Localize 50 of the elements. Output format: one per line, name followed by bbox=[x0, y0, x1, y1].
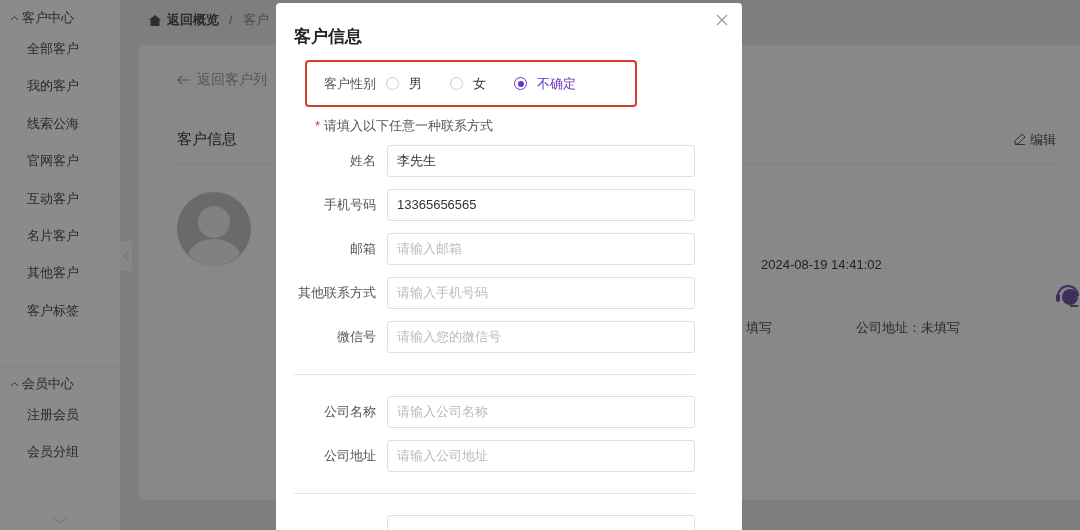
collapse-tab[interactable] bbox=[120, 241, 132, 271]
field-label: 手机号码 bbox=[324, 195, 376, 214]
input-field[interactable]: 请输入公司地址 bbox=[387, 439, 695, 472]
sidebar-group-header[interactable]: 客户中心 bbox=[0, 6, 120, 30]
sidebar-item[interactable]: 互动客户 bbox=[0, 179, 120, 217]
input-field[interactable]: 请输入您的微信号 bbox=[387, 320, 695, 353]
sidebar-item[interactable]: 其他客户 bbox=[0, 254, 120, 292]
chevron-down-icon[interactable] bbox=[52, 516, 68, 524]
sidebar-item[interactable]: 我的客户 bbox=[0, 67, 120, 105]
modal-title: 客户信息 bbox=[294, 26, 363, 48]
input-field[interactable]: 请输入公司名称 bbox=[387, 395, 695, 428]
field-label: 邮箱 bbox=[350, 239, 376, 258]
detail-label: 公司地址： bbox=[856, 319, 921, 337]
field-label: 姓名 bbox=[350, 151, 376, 170]
radio-option[interactable]: 不确定 bbox=[514, 73, 576, 94]
input-field[interactable]: 请输入手机号码 bbox=[387, 276, 695, 309]
field-label: 其他联系方式 bbox=[298, 283, 376, 302]
sidebar-item[interactable]: 会员分组 bbox=[0, 433, 120, 471]
detail-value: 填写 bbox=[746, 319, 773, 337]
breadcrumb-link[interactable]: 返回概览 bbox=[167, 10, 219, 30]
notice-text: * 请填入以下任意一种联系方式 bbox=[315, 117, 495, 135]
close-button[interactable] bbox=[716, 14, 728, 26]
arrow-left-icon bbox=[177, 74, 191, 85]
sidebar-item[interactable]: 客户标签 bbox=[0, 291, 120, 330]
detail-value: 2024-08-19 14:41:02 bbox=[761, 256, 882, 274]
radio-option[interactable]: 男 bbox=[386, 73, 422, 94]
sidebar-group-header[interactable]: 会员中心 bbox=[0, 372, 120, 397]
detail-value: 未填写 bbox=[921, 319, 960, 337]
sidebar-item[interactable]: 全部客户 bbox=[0, 30, 120, 68]
chevron-left-icon bbox=[123, 251, 129, 261]
field-label: 公司地址 bbox=[324, 446, 376, 465]
input-field[interactable]: 13365656565 bbox=[387, 188, 695, 221]
input-field[interactable]: 李先生 bbox=[387, 144, 695, 177]
sidebar-item[interactable]: 名片客户 bbox=[0, 216, 120, 255]
pencil-icon bbox=[1014, 133, 1026, 146]
avatar-icon bbox=[177, 191, 251, 266]
edit-button[interactable]: 编辑 bbox=[1014, 129, 1056, 149]
field-label: 客户性别 bbox=[324, 74, 376, 93]
radio-option[interactable]: 女 bbox=[450, 73, 486, 94]
field-label: 微信号 bbox=[337, 327, 376, 346]
headset-icon bbox=[1056, 282, 1080, 310]
sidebar-item[interactable]: 线索公海 bbox=[0, 104, 120, 143]
section-title: 客户信息 bbox=[177, 129, 237, 149]
sidebar-item[interactable]: 注册会员 bbox=[0, 396, 120, 434]
home-icon bbox=[149, 14, 161, 26]
breadcrumb-separator: / bbox=[229, 11, 233, 30]
sidebar-item[interactable]: 官网客户 bbox=[0, 142, 120, 180]
field-label: 公司名称 bbox=[324, 402, 376, 421]
input-field[interactable]: 请输入邮箱 bbox=[387, 232, 695, 265]
close-icon bbox=[716, 14, 728, 26]
